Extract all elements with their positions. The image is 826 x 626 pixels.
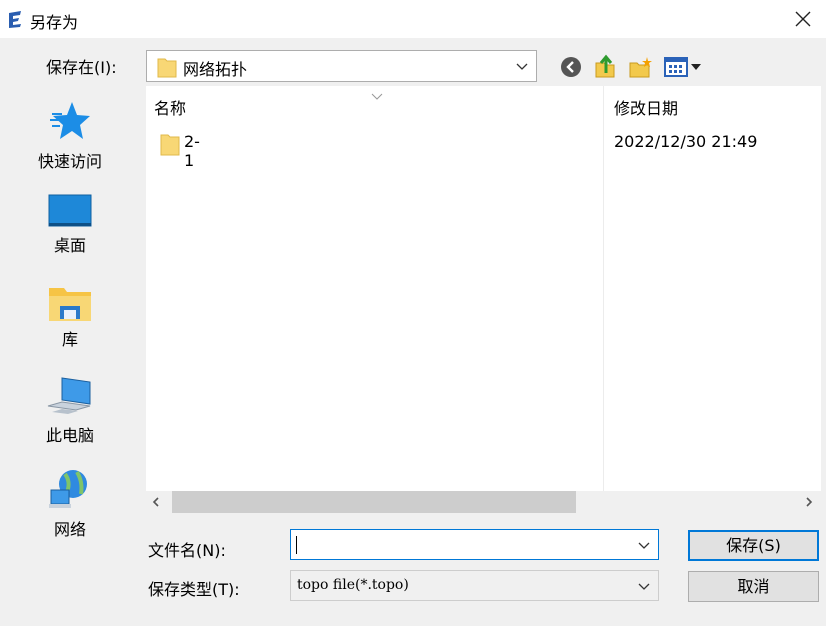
computer-icon (47, 377, 91, 414)
filetype-dropdown[interactable]: topo file(*.topo) (290, 570, 659, 601)
places-bar: 快速访问 桌面 库 此电脑 网络 (0, 86, 140, 626)
close-icon[interactable] (792, 8, 814, 30)
scroll-right-icon[interactable] (805, 497, 813, 507)
chevron-down-icon (638, 583, 650, 590)
scrollbar-thumb[interactable] (172, 491, 576, 513)
back-icon[interactable] (560, 56, 582, 78)
file-list[interactable]: 名称 修改日期 2-1 2022/12/30 21:49 (146, 86, 821, 491)
chevron-down-icon[interactable] (638, 542, 650, 550)
scroll-left-icon[interactable] (152, 497, 160, 507)
place-label: 快速访问 (37, 152, 102, 171)
column-header-modified[interactable]: 修改日期 (614, 86, 678, 126)
desktop-icon (48, 194, 92, 227)
cancel-button[interactable]: 取消 (688, 571, 819, 602)
file-name: 2-1 (184, 132, 200, 170)
network-globe-icon (49, 470, 87, 508)
filename-label: 文件名(N): (148, 541, 226, 560)
place-label: 网络 (53, 520, 86, 539)
column-header-name[interactable]: 名称 (154, 86, 186, 126)
window-title: 另存为 (30, 13, 79, 32)
location-value: 网络拓扑 (183, 60, 248, 79)
save-in-label: 保存在(I): (46, 58, 117, 77)
place-quick-access[interactable]: 快速访问 (0, 100, 140, 172)
chevron-down-icon (516, 63, 528, 70)
filetype-label: 保存类型(T): (148, 580, 240, 599)
folder-icon (157, 58, 177, 78)
place-label: 桌面 (53, 236, 86, 255)
title-bar: 另存为 (0, 0, 826, 38)
filename-input[interactable] (290, 529, 659, 560)
horizontal-scrollbar[interactable] (146, 491, 821, 513)
app-logo-icon (9, 11, 21, 28)
place-label: 库 (61, 330, 78, 349)
file-modified: 2022/12/30 21:49 (614, 132, 758, 151)
location-dropdown[interactable]: 网络拓扑 (146, 50, 537, 82)
text-cursor (296, 536, 297, 554)
up-folder-icon[interactable] (594, 53, 618, 79)
filetype-value: topo file(*.topo) (297, 577, 409, 593)
save-button[interactable]: 保存(S) (688, 530, 819, 561)
place-label: 此电脑 (45, 426, 94, 445)
new-folder-icon[interactable] (628, 55, 654, 79)
view-menu-icon[interactable] (664, 56, 704, 78)
folder-icon (160, 134, 180, 156)
place-network[interactable]: 网络 (0, 468, 140, 540)
place-library[interactable]: 库 (0, 284, 140, 350)
sort-indicator-icon (371, 93, 383, 100)
star-icon (50, 102, 90, 139)
library-folder-icon (49, 288, 91, 321)
column-divider (603, 86, 604, 491)
place-this-pc[interactable]: 此电脑 (0, 376, 140, 446)
place-desktop[interactable]: 桌面 (0, 194, 140, 256)
